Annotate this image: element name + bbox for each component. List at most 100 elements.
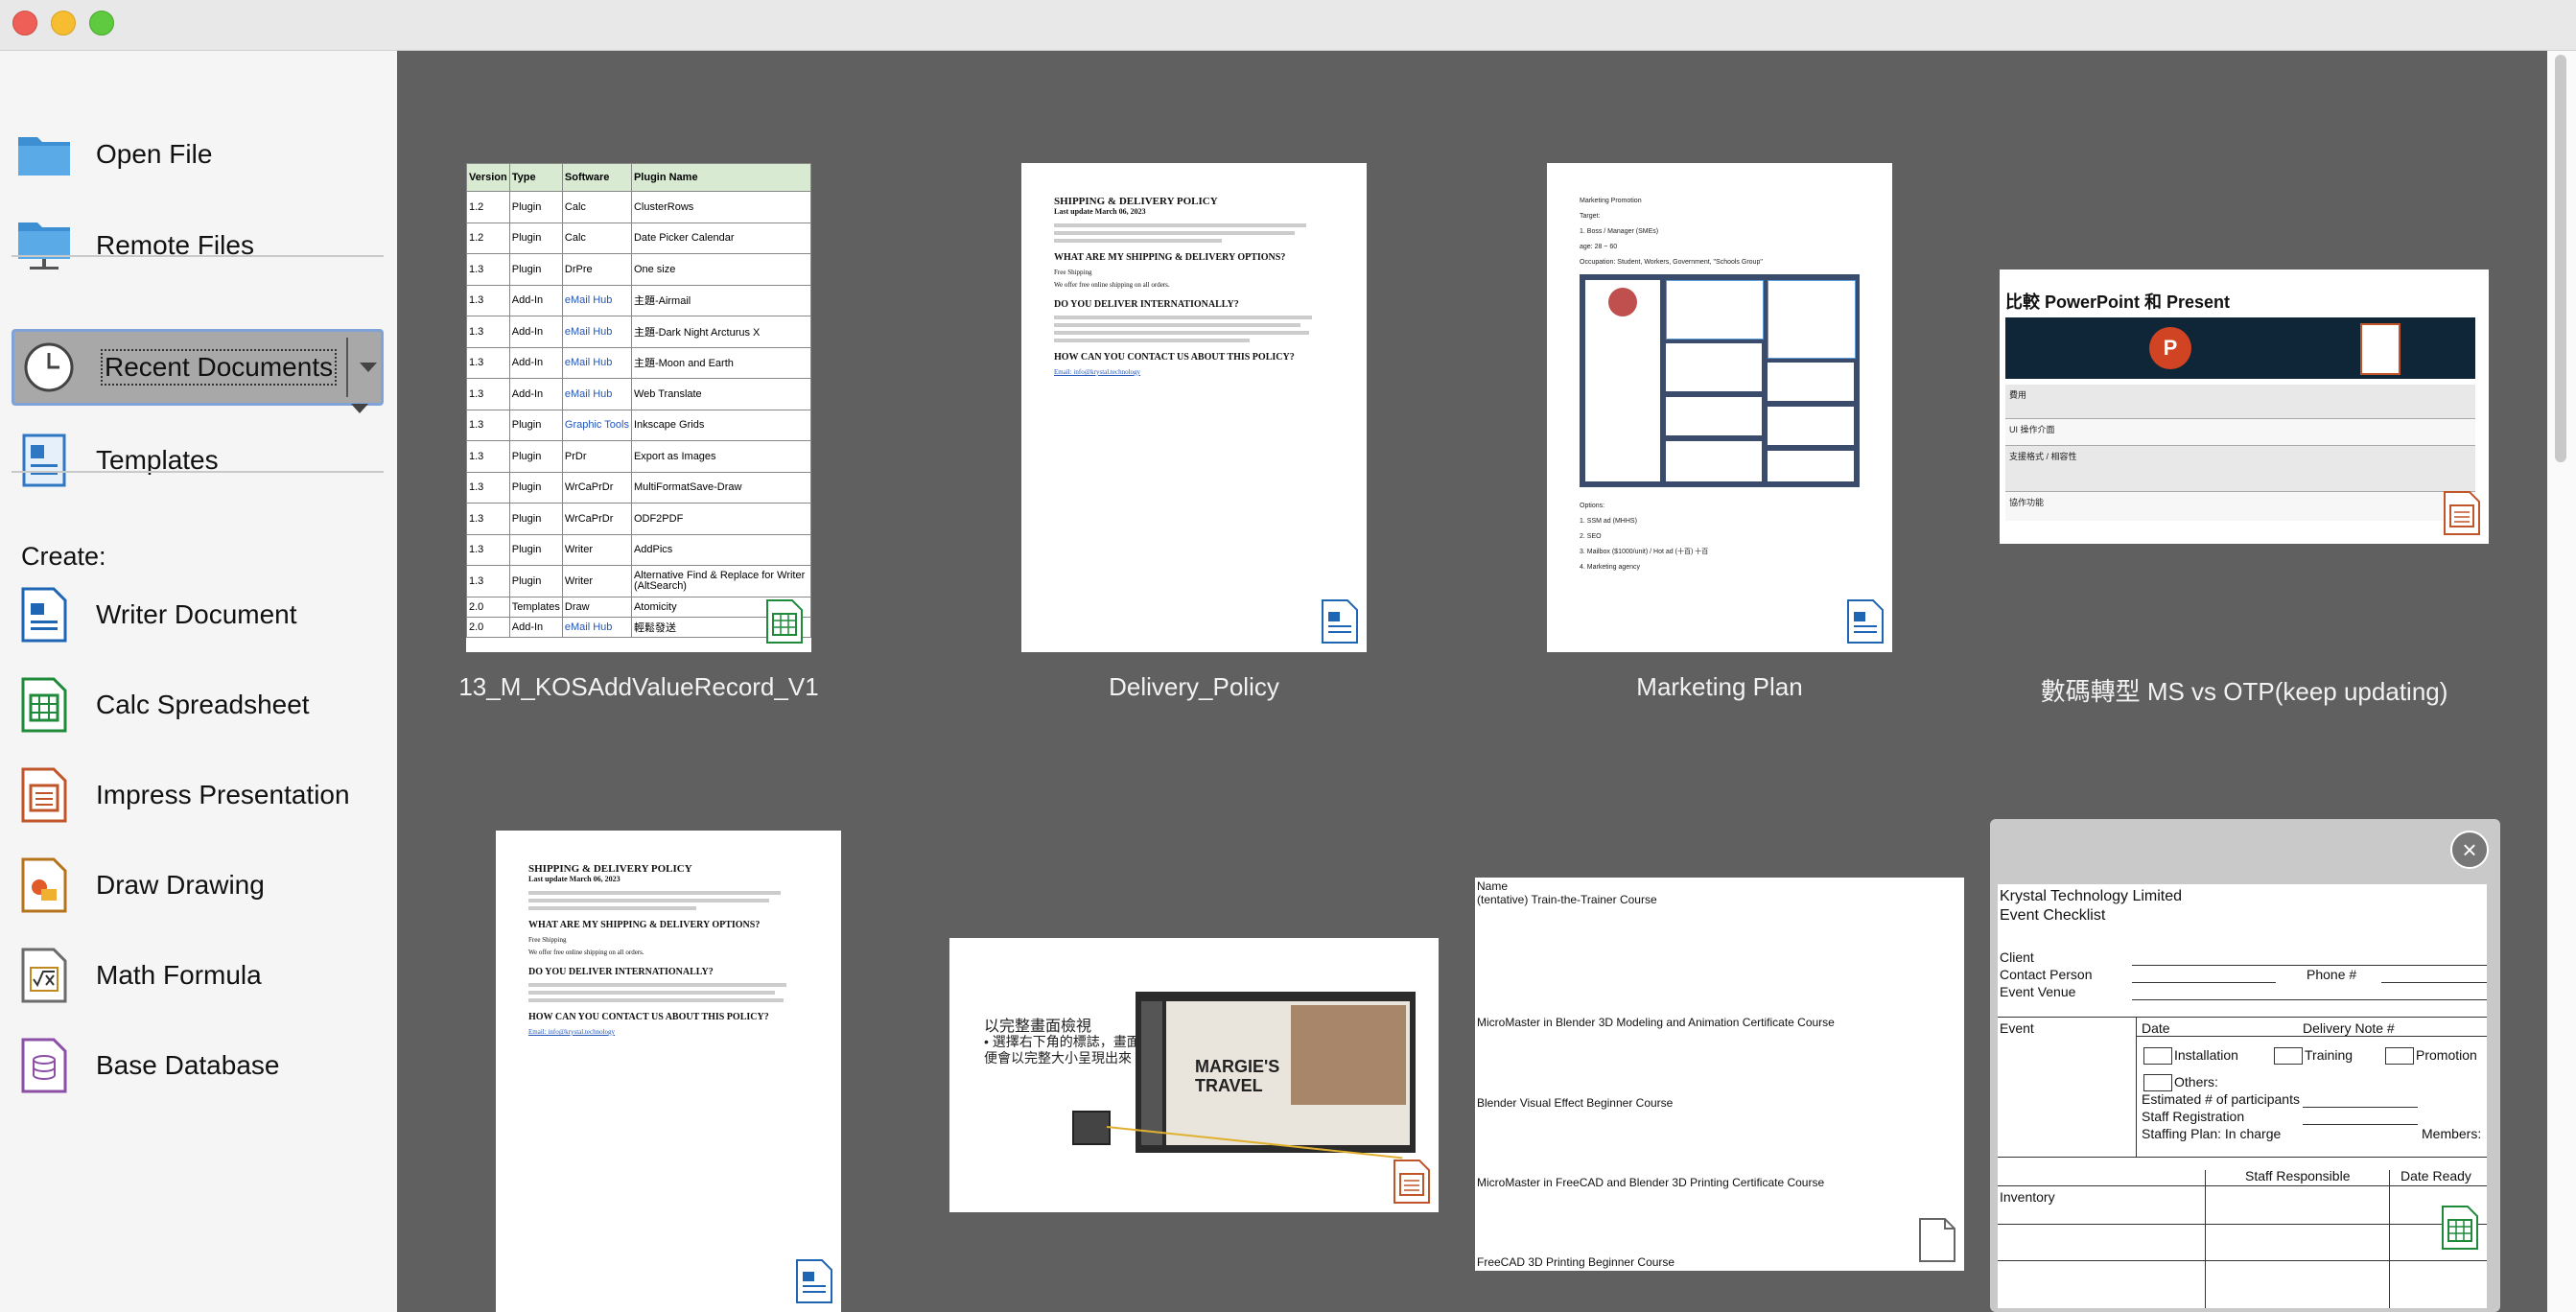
sheet-cell: 1.3 xyxy=(466,284,510,316)
table-row: 2.0 Add-In eMail Hub 輕鬆發送 xyxy=(466,616,811,638)
table-row: 1.3 Add-In eMail Hub 主題-Moon and Earth xyxy=(466,346,811,379)
text-line: Target: xyxy=(1580,213,1601,220)
table-row: 1.3 Plugin DrPre One size xyxy=(466,253,811,286)
sheet-cell: Plugin xyxy=(508,409,563,441)
sheet-cell: eMail Hub xyxy=(561,316,632,348)
create-base-database[interactable]: Base Database xyxy=(15,1032,389,1099)
recent-dropdown-arrow-icon[interactable] xyxy=(360,363,377,372)
start-center-sidebar: Open File Remote Files Recent Documents … xyxy=(0,51,397,1312)
slide-header-band: P xyxy=(2005,317,2475,379)
persona-card xyxy=(1585,280,1660,481)
checklist-label: Phone # xyxy=(2307,967,2357,982)
powerpoint-logo: P xyxy=(2149,327,2191,369)
list-item: MicroMaster in FreeCAD and Blender 3D Pr… xyxy=(1477,1176,1825,1189)
calc-icon xyxy=(15,676,73,734)
impress-badge-icon xyxy=(1393,1160,1430,1204)
checklist-label: Installation xyxy=(2174,1047,2238,1063)
sheet-cell: Plugin xyxy=(508,191,563,223)
policy-updated: Last update March 06, 2023 xyxy=(528,875,621,883)
doc-thumbnail-ms-vs-otp[interactable]: 比較 PowerPoint 和 Present P 費用 UI 操作介面 支援格… xyxy=(2000,269,2489,544)
base-icon xyxy=(15,1037,73,1094)
draw-drawing-label: Draw Drawing xyxy=(96,870,265,900)
text-line xyxy=(1054,331,1309,335)
doc-thumbnail-kosaddvalue[interactable]: Version Type Software Plugin Name 1.2 Plu… xyxy=(466,163,811,652)
text-line xyxy=(528,983,786,987)
table-row: 1.3 Plugin Writer Alternative Find & Replac… xyxy=(466,565,811,597)
table-row: 1.2 Plugin Calc ClusterRows xyxy=(466,191,811,223)
impress-icon xyxy=(15,766,73,824)
remove-from-recent-button[interactable]: × xyxy=(2450,831,2489,869)
field-line xyxy=(2132,965,2487,966)
sheet-cell: WrCaPrDr xyxy=(561,471,632,504)
table-row: UI 操作介面 xyxy=(2005,419,2475,446)
field-line xyxy=(2303,1124,2418,1125)
doc-thumbnail-course-list[interactable]: Name (tentative) Train-the-Trainer Cours… xyxy=(1475,878,1964,1271)
doc-thumbnail-marketing-plan[interactable]: Marketing Promotion Target: 1. Boss / Ma… xyxy=(1547,163,1892,652)
open-file-button[interactable]: Open File xyxy=(15,121,389,188)
policy-text: Free Shipping xyxy=(1054,269,1092,276)
table-border xyxy=(1998,1185,2487,1186)
writer-document-label: Writer Document xyxy=(96,599,297,629)
others-checkbox xyxy=(2143,1074,2172,1091)
sheet-header: Plugin Name xyxy=(630,163,811,192)
doc-thumbnail-event-checklist[interactable]: × Krystal Technology Limited Event Check… xyxy=(1990,819,2500,1312)
text-line xyxy=(528,991,775,995)
sheet-cell: Web Translate xyxy=(630,378,811,410)
scrollbar-thumb[interactable] xyxy=(2555,55,2566,462)
base-database-label: Base Database xyxy=(96,1050,280,1080)
remote-files-button[interactable]: Remote Files xyxy=(15,212,389,279)
sheet-cell: 1.2 xyxy=(466,222,510,254)
sheet-cell: 主題-Airmail xyxy=(630,284,811,316)
create-calc-spreadsheet[interactable]: Calc Spreadsheet xyxy=(15,671,389,738)
sheet-cell: ClusterRows xyxy=(630,191,811,223)
create-writer-document[interactable]: Writer Document xyxy=(15,581,389,648)
text-line: Options: xyxy=(1580,503,1605,509)
doc-thumbnail-margies-travel[interactable]: 以完整畫面檢視 • 選擇右下角的標誌，畫面便會以完整大小呈現出來 MARGIE'… xyxy=(949,938,1439,1212)
sheet-cell: Writer xyxy=(561,565,632,597)
table-row: 1.3 Plugin Graphic Tools Inkscape Grids xyxy=(466,409,811,441)
create-draw-drawing[interactable]: Draw Drawing xyxy=(15,852,389,919)
create-impress-presentation[interactable]: Impress Presentation xyxy=(15,761,389,829)
policy-preview: SHIPPING & DELIVERY POLICY Last update M… xyxy=(496,831,841,1073)
doc-thumbnail-delivery-policy[interactable]: SHIPPING & DELIVERY POLICY Last update M… xyxy=(1021,163,1367,652)
sheet-cell: 1.3 xyxy=(466,409,510,441)
folder-icon xyxy=(15,126,73,183)
sheet-cell: Plugin xyxy=(508,503,563,535)
create-math-formula[interactable]: Math Formula xyxy=(15,942,389,1009)
minimize-window-button[interactable] xyxy=(51,11,76,35)
text-line xyxy=(1054,339,1251,342)
sheet-cell: Calc xyxy=(561,222,632,254)
text-line xyxy=(1054,323,1300,327)
recent-documents-button[interactable]: Recent Documents xyxy=(12,329,384,406)
text-line xyxy=(1054,316,1312,319)
sheet-cell: PrDr xyxy=(561,440,632,473)
sheet-cell: Plugin xyxy=(508,533,563,566)
sheet-cell: Add-In xyxy=(508,378,563,410)
doc-thumbnail-delivery-policy-2[interactable]: SHIPPING & DELIVERY POLICY Last update M… xyxy=(496,831,841,1312)
checklist-label: Estimated # of participants xyxy=(2142,1091,2300,1107)
list-item: Name xyxy=(1477,879,1509,893)
sheet-cell: ODF2PDF xyxy=(630,503,811,535)
vertical-scrollbar[interactable] xyxy=(2547,51,2576,1312)
sheet-cell: 1.3 xyxy=(466,533,510,566)
templates-dropdown-arrow-icon[interactable] xyxy=(351,404,368,413)
sheet-cell: eMail Hub xyxy=(561,346,632,379)
table-row: 1.3 Add-In eMail Hub 主題-Dark Night Arcturus… xyxy=(466,316,811,348)
text-line xyxy=(528,891,781,895)
checklist-label: Event xyxy=(2000,1020,2034,1036)
sheet-cell: Graphic Tools xyxy=(561,409,632,441)
dropdown-divider xyxy=(346,338,348,397)
table-row: 1.3 Plugin Writer AddPics xyxy=(466,533,811,566)
close-window-button[interactable] xyxy=(12,11,37,35)
persona-block xyxy=(1666,343,1762,391)
sheet-cell: Calc xyxy=(561,191,632,223)
table-border xyxy=(1998,1260,2487,1261)
sidebar-separator xyxy=(12,255,384,257)
persona-image xyxy=(1580,274,1860,487)
zoom-window-button[interactable] xyxy=(89,11,114,35)
policy-title: SHIPPING & DELIVERY POLICY xyxy=(1054,196,1218,207)
checklist-label: Event Venue xyxy=(2000,984,2076,999)
field-line xyxy=(2132,999,2487,1000)
templates-button[interactable]: Templates xyxy=(15,427,389,494)
sheet-cell: 主題-Dark Night Arcturus X xyxy=(630,316,811,348)
